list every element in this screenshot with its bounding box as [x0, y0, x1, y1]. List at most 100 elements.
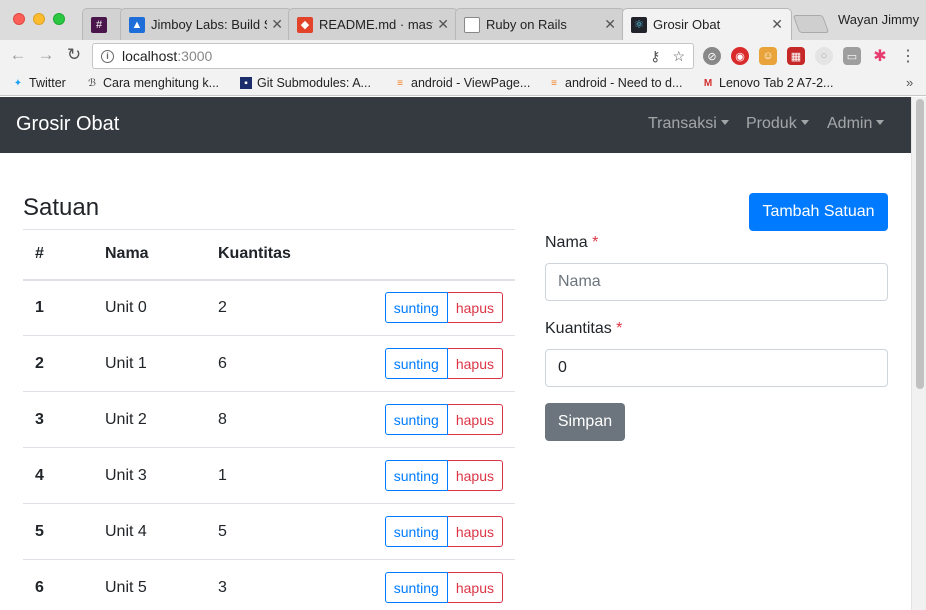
row-nama: Unit 3 — [93, 447, 206, 504]
row-actions: sunting hapus — [326, 335, 515, 392]
row-nama: Unit 1 — [93, 335, 206, 392]
close-tab-icon[interactable]: ✕ — [604, 16, 616, 33]
row-number: 3 — [23, 391, 93, 448]
sunting-button[interactable]: sunting — [384, 460, 448, 491]
star-bookmark-icon[interactable]: ☆ — [672, 48, 685, 65]
extension-compass-icon[interactable]: ⊘ — [703, 47, 721, 65]
scrollbar-thumb[interactable] — [916, 99, 924, 389]
row-number: 4 — [23, 447, 93, 504]
close-window-icon[interactable] — [13, 13, 25, 25]
bookmark-git-submodules[interactable]: ▪ Git Submodules: A... — [240, 76, 371, 90]
info-icon[interactable]: i — [101, 49, 114, 63]
nav-menu-transaksi[interactable]: Transaksi — [648, 115, 729, 133]
kuantitas-input[interactable]: 0 — [545, 349, 888, 387]
browser-tab-grosir-obat[interactable]: ⚛ Grosir Obat ✕ — [622, 8, 792, 40]
reload-icon[interactable]: ↻ — [64, 45, 84, 65]
twitter-icon: ✦ — [13, 77, 23, 89]
extension-window-icon[interactable]: ▭ — [843, 47, 861, 65]
bookmark-android-viewpager[interactable]: ≡ android - ViewPage... — [394, 76, 530, 90]
hapus-button[interactable]: hapus — [447, 348, 503, 379]
row-kuantitas: 3 — [206, 559, 326, 610]
required-marker: * — [592, 234, 599, 251]
row-nama: Unit 4 — [93, 503, 206, 560]
sunting-button[interactable]: sunting — [384, 292, 448, 324]
table-header-row: # Nama Kuantitas — [23, 229, 515, 281]
back-arrow-icon[interactable]: ← — [8, 45, 28, 65]
row-actions: sunting hapus — [326, 503, 515, 560]
page-scrollbar[interactable] — [911, 97, 926, 610]
close-tab-icon[interactable]: ✕ — [771, 16, 783, 33]
hapus-button[interactable]: hapus — [447, 404, 503, 435]
extension-circle-icon[interactable]: ○ — [815, 47, 833, 65]
bookmark-cara-menghitung[interactable]: ℬ Cara menghitung k... — [86, 76, 219, 90]
row-actions: sunting hapus — [326, 447, 515, 504]
table-row: 1 Unit 0 2 sunting hapus — [23, 279, 515, 336]
column-header-kuantitas: Kuantitas — [206, 229, 326, 281]
minimize-window-icon[interactable] — [33, 13, 45, 25]
table-row: 3 Unit 2 8 sunting hapus — [23, 391, 515, 448]
browser-menu-icon[interactable]: ⋮ — [900, 46, 916, 66]
close-tab-icon[interactable]: ✕ — [271, 16, 283, 33]
row-actions: sunting hapus — [326, 559, 515, 610]
browser-tab-slack[interactable]: # — [82, 8, 124, 40]
column-header-actions — [326, 229, 515, 281]
hapus-button[interactable]: hapus — [447, 516, 503, 547]
table-row: 4 Unit 3 1 sunting hapus — [23, 447, 515, 504]
extension-grid-icon[interactable]: ▦ — [787, 47, 805, 65]
address-bar[interactable]: i localhost:3000 ⚷ ☆ — [92, 43, 694, 69]
bookmark-twitter[interactable]: ✦ Twitter — [12, 76, 66, 90]
nav-menu-produk[interactable]: Produk — [746, 115, 809, 133]
satuan-table: # Nama Kuantitas 1 Unit 0 2 sunting hapus 2 Un… — [23, 229, 515, 610]
maximize-window-icon[interactable] — [53, 13, 65, 25]
browser-tab-jimboy[interactable]: ▲ Jimboy Labs: Build S ✕ — [120, 8, 292, 40]
navbar-brand[interactable]: Grosir Obat — [16, 113, 119, 136]
sunting-button[interactable]: sunting — [384, 348, 448, 379]
kuantitas-field-label: Kuantitas * — [545, 320, 623, 337]
row-action-group: sunting hapus — [338, 516, 503, 547]
dropdown-caret-icon — [876, 120, 885, 125]
browser-toolbar: ← → ↻ i localhost:3000 ⚷ ☆ ⊘ ◉ ☺ ▦ ○ ▭ ✱… — [0, 40, 926, 72]
row-action-group: sunting hapus — [338, 460, 503, 491]
slack-hash-icon: # — [91, 16, 107, 33]
dropdown-caret-icon — [800, 120, 809, 125]
extension-avatar-icon[interactable]: ☺ — [759, 47, 777, 65]
row-nama: Unit 5 — [93, 559, 206, 610]
react-atom-icon: ⚛ — [631, 16, 647, 33]
hapus-button[interactable]: hapus — [447, 292, 503, 324]
close-tab-icon[interactable]: ✕ — [437, 16, 449, 33]
page-title: Satuan — [23, 194, 100, 221]
sunting-button[interactable]: sunting — [384, 572, 448, 603]
add-satuan-button[interactable]: Tambah Satuan — [749, 193, 888, 231]
extension-asterisk-icon[interactable]: ✱ — [871, 47, 889, 65]
profile-name[interactable]: Wayan Jimmy — [838, 12, 919, 27]
row-action-group: sunting hapus — [338, 348, 503, 379]
bookmark-android-need[interactable]: ≡ android - Need to d... — [548, 76, 682, 90]
stackoverflow-icon: ≡ — [397, 77, 403, 89]
nama-field-label: Nama * — [545, 234, 599, 251]
bookmark-lenovo[interactable]: M Lenovo Tab 2 A7-2... — [702, 76, 834, 90]
sunting-button[interactable]: sunting — [384, 404, 448, 435]
key-icon[interactable]: ⚷ — [650, 48, 660, 65]
column-header-nama: Nama — [93, 229, 206, 281]
row-number: 2 — [23, 335, 93, 392]
table-row: 6 Unit 5 3 sunting hapus — [23, 559, 515, 610]
extension-ublock-icon[interactable]: ◉ — [731, 47, 749, 65]
new-tab-button[interactable] — [792, 15, 830, 33]
browser-tab-readme[interactable]: ◆ README.md · maste ✕ — [288, 8, 458, 40]
row-kuantitas: 2 — [206, 279, 326, 336]
nav-menu-admin[interactable]: Admin — [827, 115, 885, 133]
row-kuantitas: 6 — [206, 335, 326, 392]
row-number: 6 — [23, 559, 93, 610]
hapus-button[interactable]: hapus — [447, 572, 503, 603]
browser-tab-strip: # ▲ Jimboy Labs: Build S ✕ ◆ README.md ·… — [0, 0, 926, 40]
sunting-button[interactable]: sunting — [384, 516, 448, 547]
column-header-number: # — [23, 229, 93, 281]
forward-arrow-icon[interactable]: → — [36, 45, 56, 65]
b-logo-icon: ℬ — [88, 77, 96, 89]
nama-input[interactable]: Nama — [545, 263, 888, 301]
browser-tab-rails[interactable]: Ruby on Rails ✕ — [455, 8, 625, 40]
hapus-button[interactable]: hapus — [447, 460, 503, 491]
bookmarks-overflow-icon[interactable]: » — [906, 75, 913, 90]
simpan-button[interactable]: Simpan — [545, 403, 625, 441]
m-logo-icon: M — [703, 77, 713, 89]
